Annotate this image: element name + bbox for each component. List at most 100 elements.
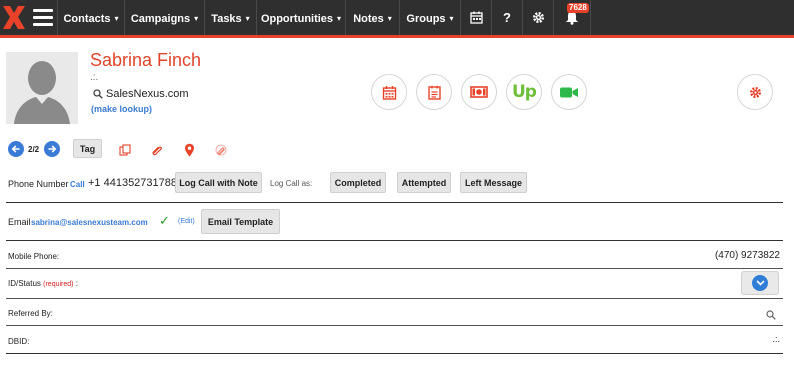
calendar-icon	[382, 85, 396, 100]
email-template-label: Email Template	[207, 216, 274, 227]
log-call-with-note-button[interactable]: Log Call with Note	[175, 172, 262, 193]
upwork-button[interactable]: Up	[506, 74, 542, 110]
email-address-link[interactable]: sabrina@salesnexusteam.com	[31, 218, 148, 227]
task-list-icon	[427, 85, 441, 100]
nav-tasks-label: Tasks	[211, 13, 242, 25]
mobile-phone-value[interactable]: (470) 9273822	[715, 250, 780, 261]
divider	[6, 240, 783, 241]
nav-groups[interactable]: Groups ▾	[399, 0, 460, 35]
search-icon	[93, 89, 103, 99]
nav-opportunities-label: Opportunities	[260, 13, 334, 25]
copy-icon	[119, 144, 131, 156]
tag-button-label: Tag	[79, 143, 96, 154]
gear-icon	[532, 12, 544, 23]
search-icon	[766, 310, 776, 320]
nav-notes[interactable]: Notes ▾	[345, 0, 399, 35]
calendar-icon	[469, 11, 483, 24]
email-label: Email	[8, 217, 31, 227]
calendar-nav-button[interactable]	[460, 0, 491, 35]
settings-nav-button[interactable]	[522, 0, 553, 35]
chevron-down-icon: ▾	[194, 14, 199, 23]
notification-count-badge: 7628	[567, 3, 589, 13]
avatar	[6, 52, 78, 124]
log-call-as-label: Log Call as:	[270, 179, 313, 188]
menu-icon[interactable]	[33, 9, 53, 27]
next-record-button[interactable]	[44, 141, 60, 157]
chevron-down-icon: ▾	[337, 14, 342, 23]
video-camera-icon	[560, 87, 578, 97]
divider	[6, 298, 783, 299]
phone-number-label: Phone Number	[8, 179, 69, 189]
chevron-down-icon: ▾	[449, 14, 454, 23]
upwork-icon: Up	[512, 82, 537, 102]
opportunity-button[interactable]	[461, 74, 497, 110]
log-attempted-button[interactable]: Attempted	[397, 172, 451, 193]
attachment-icon	[215, 144, 227, 156]
company-name: SalesNexus.com	[106, 88, 189, 100]
attach-button[interactable]	[150, 143, 164, 157]
nav-notes-label: Notes	[353, 13, 384, 25]
verified-check-icon: ✓	[159, 213, 170, 228]
previous-record-button[interactable]	[8, 141, 24, 157]
copy-record-button[interactable]	[118, 143, 132, 157]
nav-campaigns-label: Campaigns	[130, 13, 191, 25]
log-call-with-note-label: Log Call with Note	[179, 177, 258, 188]
top-nav-bar: Contacts ▾ Campaigns ▾ Tasks ▾ Opportunitie…	[0, 0, 794, 38]
required-marker: (required)	[43, 281, 74, 288]
make-lookup-link[interactable]: (make lookup)	[91, 104, 152, 114]
divider	[6, 353, 783, 354]
log-left-message-button[interactable]: Left Message	[460, 172, 527, 193]
nav-opportunities[interactable]: Opportunities ▾	[256, 0, 345, 35]
chevron-down-icon: ▾	[114, 14, 119, 23]
nav-contacts[interactable]: Contacts ▾	[57, 0, 124, 35]
money-icon	[470, 86, 488, 98]
mobile-phone-label: Mobile Phone:	[8, 252, 60, 261]
divider	[6, 325, 783, 326]
dbid-label: DBID:	[8, 337, 30, 346]
contact-settings-button[interactable]	[737, 74, 773, 110]
task-button[interactable]	[416, 74, 452, 110]
email-template-button[interactable]: Email Template	[201, 209, 280, 234]
attachments-button[interactable]	[214, 143, 228, 157]
tag-button[interactable]: Tag	[73, 139, 102, 158]
id-status-select[interactable]	[741, 271, 779, 295]
gear-icon	[749, 86, 761, 98]
referred-by-label: Referred By:	[8, 309, 53, 318]
id-status-label: ID/Status (required) :	[8, 279, 78, 288]
question-icon: ?	[503, 10, 511, 25]
company-lookup[interactable]: SalesNexus.com	[93, 88, 189, 100]
chevron-down-icon	[752, 275, 768, 291]
dbid-value: .:.	[772, 334, 780, 344]
completed-label: Completed	[334, 177, 382, 188]
nav-contacts-label: Contacts	[63, 13, 111, 25]
arrow-right-icon	[48, 145, 57, 153]
attempted-label: Attempted	[401, 177, 447, 188]
paperclip-icon	[152, 146, 162, 156]
chevron-down-icon: ▾	[387, 14, 392, 23]
divider	[6, 202, 783, 203]
id-status-label-text: ID/Status	[8, 279, 41, 288]
referred-by-search-button[interactable]	[766, 307, 776, 325]
video-call-button[interactable]	[551, 74, 587, 110]
log-completed-button[interactable]: Completed	[330, 172, 386, 193]
nav-tasks[interactable]: Tasks ▾	[204, 0, 256, 35]
help-nav-button[interactable]: ?	[491, 0, 522, 35]
map-location-button[interactable]	[182, 143, 196, 157]
chevron-down-icon: ▾	[245, 14, 250, 23]
nav-groups-label: Groups	[406, 13, 446, 25]
arrow-left-icon	[11, 145, 20, 153]
call-link[interactable]: Call	[70, 180, 85, 189]
contact-subline: .:.	[90, 72, 99, 83]
edit-email-link[interactable]: (Edit)	[178, 218, 195, 225]
notifications-button[interactable]: 7628	[553, 0, 591, 35]
left-message-label: Left Message	[464, 177, 523, 188]
salesnexus-logo[interactable]	[0, 0, 28, 35]
record-position: 2/2	[28, 145, 40, 154]
nav-campaigns[interactable]: Campaigns ▾	[124, 0, 204, 35]
schedule-button[interactable]	[371, 74, 407, 110]
map-pin-icon	[184, 143, 194, 157]
divider	[6, 268, 783, 269]
id-status-colon: :	[75, 279, 78, 288]
phone-number-value[interactable]: +1 441352731788	[88, 177, 177, 189]
contact-name: Sabrina Finch	[90, 50, 202, 70]
